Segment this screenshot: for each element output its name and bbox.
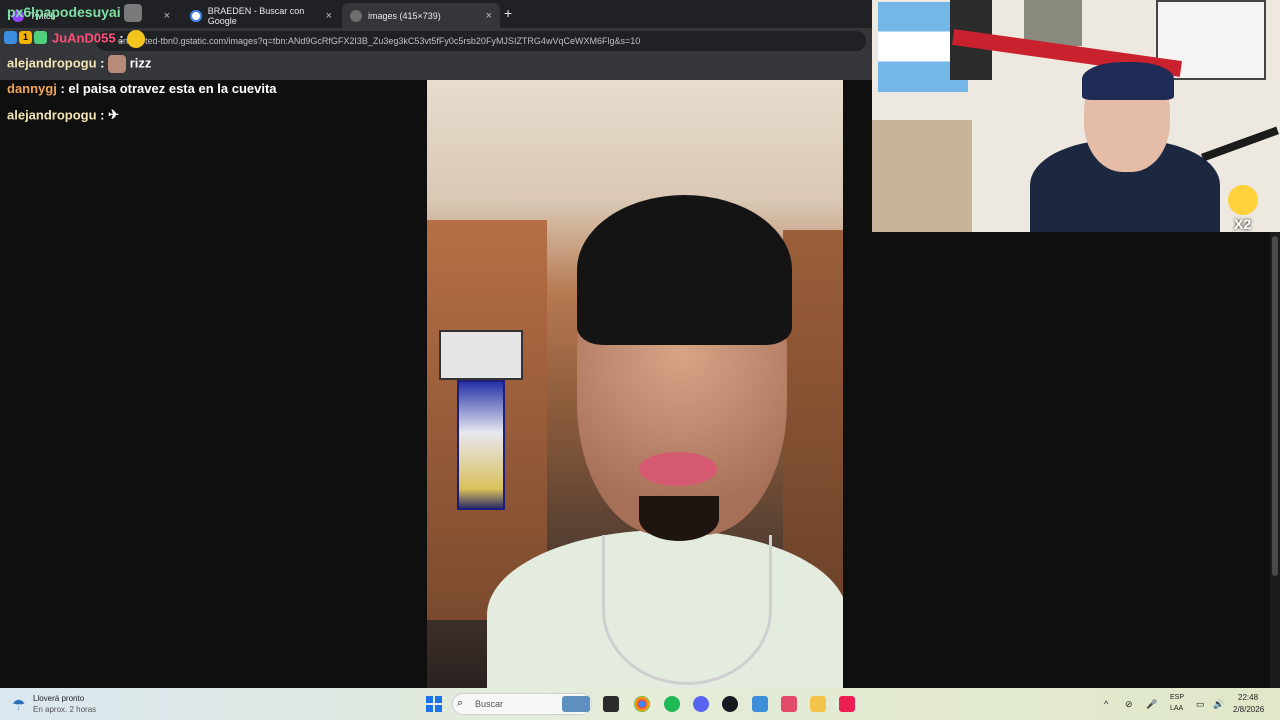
widgets-icon[interactable] xyxy=(562,696,590,712)
weather-icon[interactable]: ☂ xyxy=(12,696,25,714)
chat-message: alejandropogu : rizz xyxy=(7,55,151,73)
person-lips xyxy=(639,452,717,486)
emote-icon xyxy=(108,55,127,73)
chat-separator: : xyxy=(96,55,109,71)
scrollbar[interactable] xyxy=(1270,232,1280,688)
snipping-tool-icon[interactable] xyxy=(781,696,797,712)
microphone-arm xyxy=(1201,126,1279,162)
duck-icon xyxy=(1228,185,1258,215)
close-tab-icon[interactable]: × xyxy=(486,10,492,22)
chat-message: JuAnD055 : xyxy=(52,30,146,48)
airplane-emote-icon: ✈ xyxy=(108,107,120,122)
emote-icon xyxy=(124,4,143,23)
chat-message: dannygj : el paisa otravez esta en la cu… xyxy=(7,81,277,96)
person-chain xyxy=(602,535,772,685)
streamer-headband xyxy=(1082,62,1174,100)
chat-message: alejandropogu : ✈ xyxy=(7,107,126,125)
task-view-icon[interactable] xyxy=(603,696,619,712)
badge-number: 1 xyxy=(19,31,32,44)
chat-username: dannygj xyxy=(7,81,57,96)
weather-title[interactable]: Lloverá pronto xyxy=(33,694,84,703)
chat-badges: 1 xyxy=(4,31,47,44)
language-indicator[interactable]: ESP xyxy=(1170,694,1184,701)
close-tab-icon[interactable]: × xyxy=(164,10,170,22)
wall-sign xyxy=(439,330,523,380)
chat-username: JuAnD055 xyxy=(52,30,116,46)
spotify-icon[interactable] xyxy=(664,696,680,712)
chrome-icon[interactable] xyxy=(634,696,650,712)
displayed-image xyxy=(427,80,843,688)
tab-images[interactable]: images (415×739) × xyxy=(342,3,500,28)
chat-text: rizz xyxy=(129,55,152,71)
clock-date[interactable]: 2/8/2026 xyxy=(1233,705,1264,714)
shelf xyxy=(872,120,972,232)
notepad-icon[interactable] xyxy=(752,696,768,712)
discord-icon[interactable] xyxy=(693,696,709,712)
chevron-up-icon[interactable]: ^ xyxy=(1104,699,1108,709)
chat-separator: : xyxy=(56,81,69,96)
search-placeholder[interactable]: Buscar xyxy=(475,699,503,709)
webcam-feed: X2 xyxy=(872,0,1280,232)
taskbar: ☂ Lloverá pronto En aprox. 2 horas ⌕ Bus… xyxy=(0,688,1280,720)
globe-favicon-icon xyxy=(350,9,362,22)
chat-username: alejandropogu xyxy=(7,107,97,123)
new-tab-button[interactable]: + xyxy=(504,5,512,21)
microphone-icon[interactable]: 🎤 xyxy=(1146,699,1157,710)
scrollbar-thumb[interactable] xyxy=(1272,236,1278,576)
url-text: encrypted-tbn0.gstatic.com/images?q=tbn:… xyxy=(118,36,641,46)
tab-braeden-search[interactable]: BRAEDEN - Buscar con Google × xyxy=(182,3,340,28)
tab-title: images (415×739) xyxy=(368,10,441,21)
file-explorer-icon[interactable] xyxy=(810,696,826,712)
monitor-icon[interactable]: ▭ xyxy=(1196,699,1205,710)
tab-title: BRAEDEN - Buscar con Google xyxy=(207,5,305,26)
vending-machine xyxy=(457,380,505,510)
close-tab-icon[interactable]: × xyxy=(326,10,332,22)
steam-icon[interactable] xyxy=(722,696,738,712)
person-beanie xyxy=(577,195,792,345)
chat-separator: : xyxy=(115,30,128,46)
network-icon[interactable]: ⊘ xyxy=(1125,699,1133,710)
weather-subtitle[interactable]: En aprox. 2 horas xyxy=(33,705,96,714)
windows-start-icon[interactable] xyxy=(426,696,442,712)
emote-icon xyxy=(127,30,146,48)
wall-poster xyxy=(1024,0,1082,46)
google-favicon-icon xyxy=(190,9,202,22)
volume-icon[interactable]: 🔊 xyxy=(1213,699,1224,710)
chat-username: px6lpapodesuyai xyxy=(7,4,121,20)
clock-time[interactable]: 22:48 xyxy=(1238,693,1258,702)
tiktok-icon[interactable] xyxy=(839,696,855,712)
badge-icon xyxy=(4,31,17,44)
search-icon: ⌕ xyxy=(457,697,464,709)
person-goatee xyxy=(639,496,719,541)
chat-message: px6lpapodesuyai xyxy=(7,4,143,23)
screen: Twitch × BRAEDEN - Buscar con Google × i… xyxy=(0,0,1280,720)
chat-separator: : xyxy=(96,107,109,123)
chat-username: alejandropogu xyxy=(7,55,97,71)
chat-text: el paisa otravez esta en la cuevita xyxy=(68,81,277,96)
multiplier-label: X2 xyxy=(1234,216,1252,232)
language-layout[interactable]: LAA xyxy=(1170,705,1183,712)
badge-icon xyxy=(34,31,47,44)
